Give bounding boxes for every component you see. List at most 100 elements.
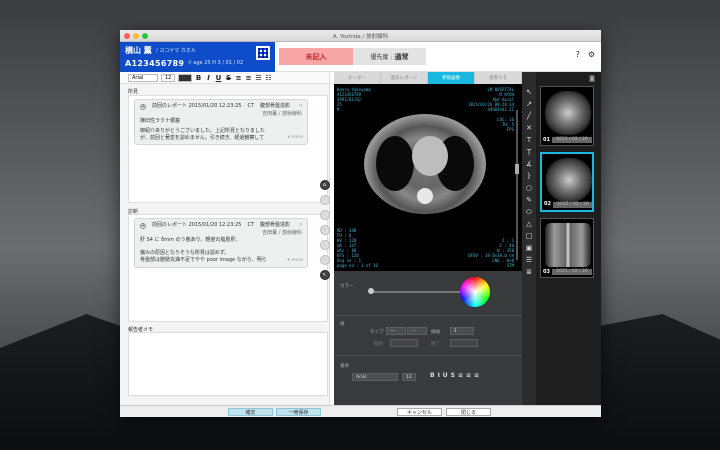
triangle-icon[interactable]: △ xyxy=(526,220,531,228)
patient-kana: / ヨコヤマ カオル xyxy=(156,48,196,54)
line-width-select[interactable]: 1 xyxy=(450,327,474,335)
line-label: 線 xyxy=(340,322,345,327)
color-wheel[interactable] xyxy=(460,277,490,307)
card-line: 御紹介ありがとうございました。上記所見となりました xyxy=(140,127,265,134)
tab-patient-memo[interactable]: 患者メモ xyxy=(475,72,522,84)
thumbnail-date: 2015 / 02 / 26 xyxy=(552,269,592,275)
thumbnail-panel: ◙ 01 2015 / 02 / 26 02 2015 / 02 / 26 03… xyxy=(536,72,601,405)
strike-button[interactable]: S xyxy=(225,74,232,82)
align-left-icon[interactable]: ≡ xyxy=(235,74,242,82)
slice-scrollbar[interactable] xyxy=(516,110,518,260)
status-badge[interactable]: 未記入 xyxy=(279,48,353,65)
opacity-slider[interactable] xyxy=(370,291,460,293)
title-bar: A. Yoshida / 放射線科 xyxy=(120,30,601,42)
help-icon[interactable]: ? xyxy=(576,50,580,59)
expand-icon[interactable]: + xyxy=(140,222,146,229)
rail-button[interactable]: · xyxy=(319,195,330,205)
expand-icon[interactable]: + xyxy=(140,103,146,110)
patient-id: A123456789 xyxy=(125,59,185,68)
confirm-button[interactable]: 確定 xyxy=(228,408,273,416)
rail-button[interactable]: · xyxy=(319,240,330,250)
annotation-size-select[interactable]: 12 xyxy=(402,373,416,381)
line-width-label: 線幅 xyxy=(431,330,440,335)
text-icon[interactable]: T xyxy=(527,136,531,144)
pen-icon[interactable]: ✎ xyxy=(526,196,532,204)
divider xyxy=(334,315,522,316)
start-select[interactable] xyxy=(390,339,418,347)
angle-icon[interactable]: ∡ xyxy=(526,160,532,168)
card-modality: CT xyxy=(247,103,255,109)
rail-button[interactable]: · xyxy=(319,255,330,265)
line-type-label: タイプ xyxy=(370,330,384,335)
stamp-icon[interactable]: ▣ xyxy=(526,244,533,252)
circle-icon[interactable]: ○ xyxy=(526,184,532,192)
font-size-select[interactable]: 12 xyxy=(161,73,175,82)
bold-button[interactable]: B xyxy=(195,74,202,82)
pointer-icon[interactable]: ↖ xyxy=(526,88,532,96)
thumbnail-03[interactable]: 03 2015 / 02 / 26 xyxy=(540,218,594,278)
align-center-icon[interactable]: ≡ xyxy=(245,74,252,82)
ellipse-icon[interactable]: ⬭ xyxy=(526,208,532,216)
card-line: が、前回と著変を認めません。引き続き、経過観察して xyxy=(140,135,265,141)
tab-reference-images[interactable]: 参照画像 xyxy=(428,72,475,84)
start-label: 開始 xyxy=(374,342,383,347)
overlay-text: STM xyxy=(506,263,514,268)
patient-info: ♀ age 25 H 3 / 01 / 02 xyxy=(188,60,243,66)
ordered-list-icon[interactable]: ☷ xyxy=(265,74,272,82)
thumbnail-02[interactable]: 02 2015 / 02 / 26 xyxy=(540,152,594,212)
slice-scroll-thumb[interactable] xyxy=(515,164,519,174)
arrow-icon[interactable]: ↗ xyxy=(526,100,532,108)
color-select[interactable] xyxy=(178,73,192,82)
textbox-icon[interactable]: Ṭ xyxy=(527,148,531,156)
cancel-button[interactable]: キャンセル xyxy=(397,408,442,416)
cursor-icon[interactable]: ↖ xyxy=(319,270,330,280)
card-dept: 吉田薫 / 放射線科 xyxy=(262,110,302,117)
font-select[interactable]: Arial xyxy=(128,73,158,82)
side-rail: ⌂ · · · · · ↖ xyxy=(319,180,330,280)
camera-icon[interactable]: ◙ xyxy=(589,75,595,82)
memo-textarea[interactable] xyxy=(128,332,328,396)
cross-icon[interactable]: ✕ xyxy=(526,124,532,132)
gear-icon[interactable]: ⚙ xyxy=(588,50,595,59)
list-icon[interactable]: ☰ xyxy=(255,74,262,82)
patient-age: 25 xyxy=(204,60,211,66)
annotation-font-select[interactable]: Arial xyxy=(352,373,398,381)
thumbnail-number: 01 xyxy=(543,137,550,143)
thumbnail-01[interactable]: 01 2015 / 02 / 26 xyxy=(540,86,594,146)
priority-selector[interactable]: 優先度 : 通常 xyxy=(353,48,426,65)
gender-icon: ♀ xyxy=(188,60,192,66)
list-icon[interactable]: ≣ xyxy=(526,268,532,276)
line-type-dashed[interactable]: - - xyxy=(407,327,427,335)
bracket-icon[interactable]: } xyxy=(527,172,531,180)
rail-button[interactable]: · xyxy=(319,225,330,235)
line-type-solid[interactable]: — xyxy=(386,327,406,335)
italic-button[interactable]: I xyxy=(205,74,212,82)
findings-label: 所見 xyxy=(128,89,139,95)
close-icon[interactable]: × xyxy=(299,103,303,111)
end-select[interactable] xyxy=(450,339,478,347)
findings-previous-card[interactable]: + 前回のレポート 2015/01/20 12:23:25 CT 腹部骨盤造影 吉田薫… xyxy=(134,99,308,145)
layers-icon[interactable]: ☰ xyxy=(526,256,532,264)
qr-code-icon[interactable] xyxy=(256,46,270,60)
line-icon[interactable]: ╱ xyxy=(527,112,531,120)
home-icon[interactable]: ⌂ xyxy=(319,180,330,190)
rectangle-icon[interactable]: □ xyxy=(526,232,533,240)
slider-knob[interactable] xyxy=(368,288,374,294)
header: 横山 薫 / ヨコヤマ カオル A123456789 ♀ age 25 H 3 … xyxy=(120,42,601,72)
close-icon[interactable]: × xyxy=(299,222,303,230)
tab-past-reports[interactable]: 過去レポート xyxy=(381,72,428,84)
underline-button[interactable]: U xyxy=(215,74,222,82)
diagnosis-previous-card[interactable]: + 前回のレポート 2015/01/20 12:23:25 CT 腹部骨盤造影 吉田薫… xyxy=(134,218,308,268)
more-link[interactable]: ▾ more xyxy=(288,134,303,142)
rail-button[interactable]: · xyxy=(319,210,330,220)
thumbnail-date: 2015 / 02 / 26 xyxy=(553,202,592,208)
more-link[interactable]: ▾ more xyxy=(288,257,303,265)
ct-viewer[interactable]: Kaoru Yokoyama A123456789 1991/01/02 25 M LM… xyxy=(334,84,522,271)
save-temp-button[interactable]: 一時保存 xyxy=(276,408,321,416)
tab-bar: オーダー 過去レポート 参照画像 患者メモ xyxy=(334,72,522,84)
format-toolbar: Arial 12 B I U S ≡ ≡ ☰ ☷ xyxy=(120,72,329,84)
tab-order[interactable]: オーダー xyxy=(334,72,381,84)
close-button[interactable]: 閉じる xyxy=(446,408,491,416)
overlay-text: M xyxy=(337,107,340,112)
annotation-format-buttons[interactable]: BIUS≡≡≡ xyxy=(430,372,482,379)
